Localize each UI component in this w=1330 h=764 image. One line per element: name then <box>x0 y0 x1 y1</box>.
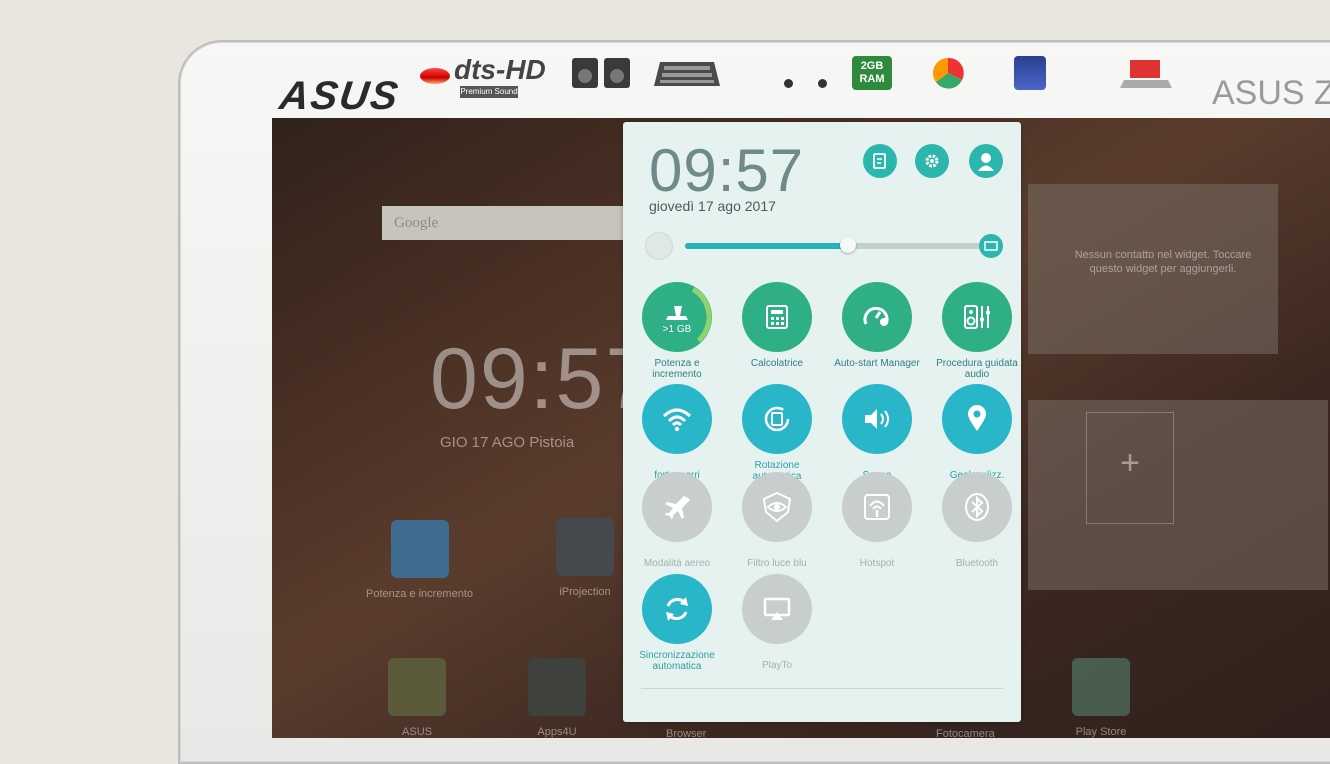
tile-location[interactable]: Geolocalizz. <box>929 384 1025 481</box>
folder-icon <box>528 658 586 716</box>
model-label: ASUS Ze <box>1212 74 1330 112</box>
tile-playto[interactable]: PlayTo <box>729 574 825 671</box>
broom-icon <box>390 520 449 578</box>
projector-icon <box>556 518 614 576</box>
dts-logo: dts-HD <box>454 54 546 85</box>
location-icon <box>942 384 1012 454</box>
app-apps4u-folder[interactable]: Apps4U <box>528 658 586 738</box>
panel-clock: 09:57 <box>649 137 805 204</box>
playto-icon <box>742 574 812 644</box>
tile-sound[interactable]: Suono <box>829 384 925 481</box>
calculator-icon <box>742 282 812 352</box>
brightness-sun-icon <box>645 232 673 260</box>
tile-auto-start[interactable]: Auto-start Manager <box>829 282 925 369</box>
laptop-sticker <box>1118 56 1174 99</box>
speakers-sticker <box>570 56 632 99</box>
airplane-icon <box>642 472 712 542</box>
dts-sticker: dts-HD Premium Sound <box>420 54 558 104</box>
contacts-widget[interactable]: Nessun contatto nel widget. Toccare ques… <box>1028 184 1278 354</box>
boost-icon: >1 GB <box>642 282 712 352</box>
settings-icon <box>925 154 939 168</box>
display-sticker <box>1014 56 1046 99</box>
brightness-row <box>645 232 1003 260</box>
app-iprojection[interactable]: iProjection <box>556 518 614 598</box>
app-asus-folder[interactable]: ASUS <box>388 658 446 738</box>
rotation-icon <box>742 384 812 454</box>
brightness-fill <box>685 243 848 249</box>
wifi-icon <box>642 384 712 454</box>
tile-rotation[interactable]: Rotazione automatica <box>729 384 825 482</box>
hotspot-icon <box>842 472 912 542</box>
edit-icon <box>873 153 886 169</box>
folder-icon <box>388 658 446 716</box>
dts-caption: Premium Sound <box>460 86 518 98</box>
quick-settings-panel: 09:57 giovedì 17 ago 2017 >1 GB Potenza … <box>623 122 1021 722</box>
user-button[interactable] <box>969 144 1003 178</box>
panel-date: giovedì 17 ago 2017 <box>649 198 776 214</box>
audio-wizard-icon <box>942 282 1012 352</box>
app-play-store[interactable]: Play Store <box>1072 658 1130 738</box>
tile-boost[interactable]: >1 GB Potenza e incremento <box>629 282 725 380</box>
tile-calculator[interactable]: Calcolatrice <box>729 282 825 369</box>
brightness-slider[interactable] <box>685 237 981 253</box>
camera-dot <box>818 79 827 88</box>
brightness-thumb[interactable] <box>839 237 856 253</box>
eye-icon <box>742 472 812 542</box>
sound-icon <box>842 384 912 454</box>
edit-button[interactable] <box>863 144 897 178</box>
tile-wifi[interactable]: forteguerri <box>629 384 725 481</box>
bluetooth-icon <box>942 472 1012 542</box>
app-potenza[interactable]: Potenza e incremento <box>366 520 473 600</box>
add-icon[interactable]: + <box>1086 412 1174 524</box>
home-date: GIO 17 AGO Pistoia <box>440 434 575 451</box>
asus-logo: ASUS <box>276 74 403 118</box>
auto-start-icon <box>842 282 912 352</box>
ram-sticker: 2GB RAM <box>852 56 892 99</box>
tile-airplane[interactable]: Modalità aereo <box>629 472 725 569</box>
tile-sync[interactable]: Sincronizzazione automatica <box>629 574 725 672</box>
panel-divider <box>641 688 1003 689</box>
tile-bluetooth[interactable]: Bluetooth <box>929 472 1025 569</box>
sync-icon <box>642 574 712 644</box>
sensor-dot <box>784 79 793 88</box>
color-sticker <box>928 56 968 99</box>
tile-audio-wizard[interactable]: Procedura guidata audio <box>929 282 1025 380</box>
auto-brightness-icon <box>984 241 998 251</box>
tile-blue-light[interactable]: Filtro luce blu <box>729 472 825 569</box>
keyboard-sticker <box>652 56 722 99</box>
settings-button[interactable] <box>915 144 949 178</box>
add-widget-box[interactable]: + <box>1028 400 1328 590</box>
home-clock: 09:57 <box>430 331 656 427</box>
google-search-bar[interactable]: Google <box>382 206 644 240</box>
user-icon <box>978 153 994 171</box>
dts-ball <box>420 68 450 84</box>
tile-hotspot[interactable]: Hotspot <box>829 472 925 569</box>
auto-brightness-button[interactable] <box>979 234 1003 258</box>
play-store-icon <box>1072 658 1130 716</box>
